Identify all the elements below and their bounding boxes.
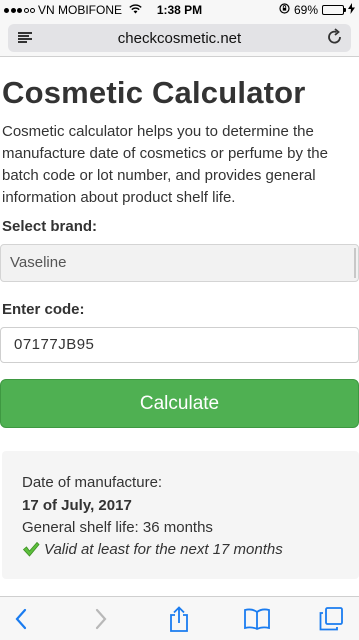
- status-bar: VN MOBIFONE 1:38 PM 69%: [0, 0, 359, 20]
- back-icon[interactable]: [8, 606, 34, 632]
- url-text[interactable]: checkcosmetic.net: [118, 30, 241, 47]
- browser-toolbar: [0, 596, 359, 640]
- check-icon: [22, 540, 40, 558]
- share-icon[interactable]: [166, 606, 192, 632]
- code-label: Enter code:: [2, 301, 85, 318]
- brand-select-value: Vaseline: [10, 254, 67, 271]
- battery-icon: [322, 5, 346, 15]
- code-input[interactable]: 07177JB95: [0, 327, 359, 363]
- page-title: Cosmetic Calculator: [2, 75, 306, 110]
- battery-percent: 69%: [293, 3, 318, 17]
- manufacture-label: Date of manufacture:: [22, 474, 163, 491]
- result-panel: Date of manufacture: 17 of July, 2017 Ge…: [2, 451, 359, 579]
- brand-label: Select brand:: [2, 218, 98, 235]
- url-field[interactable]: checkcosmetic.net: [8, 24, 351, 52]
- tabs-icon[interactable]: [318, 606, 344, 632]
- reload-icon[interactable]: [327, 28, 343, 51]
- shelf-life: General shelf life: 36 months: [22, 519, 213, 536]
- browser-address-bar: checkcosmetic.net: [0, 20, 359, 57]
- reader-icon[interactable]: [18, 32, 32, 43]
- validity-line: Valid at least for the next 17 months: [22, 540, 283, 558]
- forward-icon[interactable]: [88, 606, 114, 632]
- orientation-lock-icon: [279, 3, 290, 17]
- calculate-button[interactable]: Calculate: [0, 379, 359, 428]
- intro-text: Cosmetic calculator helps you to determi…: [2, 123, 328, 206]
- charging-bolt-icon: [348, 3, 355, 17]
- status-right: 69%: [279, 3, 355, 17]
- bookmarks-icon[interactable]: [244, 606, 270, 632]
- brand-select[interactable]: Vaseline: [0, 244, 359, 282]
- manufacture-date: 17 of July, 2017: [22, 497, 132, 514]
- validity-text: Valid at least for the next 17 months: [44, 540, 283, 558]
